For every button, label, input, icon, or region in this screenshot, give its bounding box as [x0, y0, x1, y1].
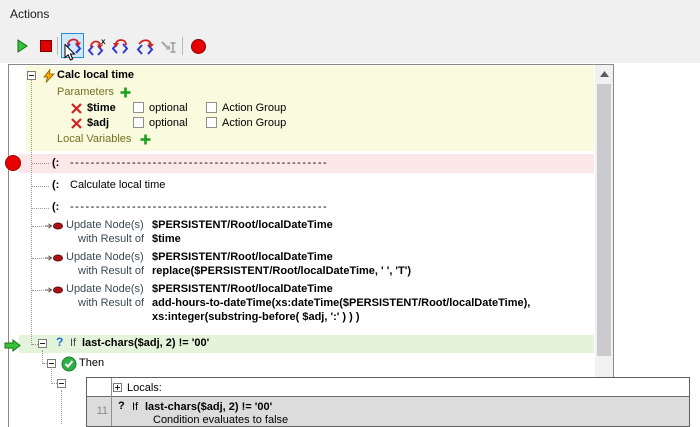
update-node-icon [44, 253, 64, 263]
execution-pointer-icon [4, 339, 21, 352]
add-local-variable-icon[interactable] [140, 134, 151, 145]
tree-line [61, 390, 62, 424]
action-group-label: Action Group [222, 102, 286, 115]
optional-checkbox[interactable] [133, 102, 144, 113]
step-out-button[interactable] [110, 35, 132, 57]
locals-header-row [87, 378, 689, 397]
run-to-cursor-button [157, 35, 179, 57]
parameters-label: Parameters [57, 86, 114, 99]
tree-line [51, 369, 52, 384]
step-over-icon: x [87, 36, 107, 57]
update-node-icon [44, 285, 64, 295]
with-result-label: with Result of [78, 233, 144, 246]
with-result-label: with Result of [78, 297, 144, 310]
scroll-up-arrow-icon [600, 71, 609, 77]
debugger-locals-tooltip: Locals: 11 ? If last-chars($adj, 2) != '… [86, 377, 690, 427]
tree-line [32, 186, 49, 187]
update-value-continued[interactable]: xs:integer(substring-before( $adj, ':' )… [152, 311, 360, 324]
update-value[interactable]: $time [152, 233, 181, 246]
comment-text: ----------------------------------------… [70, 201, 328, 214]
optional-checkbox[interactable] [133, 117, 144, 128]
action-name[interactable]: Update Node(s) [66, 283, 144, 296]
then-check-icon [61, 356, 77, 372]
tree-line [32, 208, 49, 209]
run-to-cursor-icon [158, 36, 178, 57]
if-condition-icon: ? [118, 400, 125, 413]
action-group-icon [43, 69, 55, 83]
comment-text: ----------------------------------------… [70, 157, 328, 170]
line-number-column-divider [111, 378, 112, 426]
comment-text: Calculate local time [70, 179, 165, 192]
actions-panel-window: Actions x [0, 0, 700, 427]
mouse-cursor-icon [64, 44, 76, 62]
step-out-icon [111, 36, 131, 57]
step-current-button[interactable] [134, 35, 156, 57]
action-group-label: Action Group [222, 117, 286, 130]
step-current-icon [135, 36, 155, 57]
then-label: Then [79, 357, 104, 370]
collapse-then-expander[interactable] [47, 359, 56, 368]
play-icon [14, 38, 30, 54]
update-target[interactable]: $PERSISTENT/Root/localDateTime [152, 219, 333, 232]
update-target[interactable]: $PERSISTENT/Root/localDateTime [152, 251, 333, 264]
update-value[interactable]: replace($PERSISTENT/Root/localDateTime, … [152, 265, 411, 278]
with-result-label: with Result of [78, 265, 144, 278]
tree-line [32, 290, 44, 291]
tree-line [32, 226, 44, 227]
update-value[interactable]: add-hours-to-dateTime(xs:dateTime($PERSI… [152, 297, 530, 310]
action-name[interactable]: Update Node(s) [66, 219, 144, 232]
delete-parameter-icon[interactable] [71, 118, 82, 129]
expand-locals-expander[interactable] [113, 383, 122, 392]
tree-line [32, 163, 49, 164]
locals-label: Locals: [127, 382, 162, 395]
action-group-checkbox[interactable] [206, 102, 217, 113]
tree-line [31, 80, 32, 345]
stop-icon [39, 39, 53, 53]
add-parameter-icon[interactable] [120, 87, 131, 98]
if-expression[interactable]: last-chars($adj, 2) != '00' [82, 337, 209, 350]
svg-text:x: x [101, 37, 106, 46]
collapse-child-expander[interactable] [57, 379, 66, 388]
toolbar-separator [57, 37, 58, 55]
start-debug-button[interactable] [11, 35, 33, 57]
breakpoint-marker[interactable] [5, 155, 21, 171]
stop-debug-button[interactable] [35, 35, 57, 57]
collapse-group-expander[interactable] [27, 71, 36, 80]
line-number: 11 [92, 405, 108, 418]
update-node-icon [44, 221, 64, 231]
collapse-if-expander[interactable] [38, 339, 47, 348]
tree-line [42, 350, 43, 364]
step-over-button[interactable]: x [86, 35, 108, 57]
comment-marker: (: [52, 201, 59, 214]
tree-line [32, 258, 44, 259]
optional-label: optional [149, 102, 188, 115]
parameter-name: $time [87, 102, 116, 115]
action-group-title: Calc local time [57, 69, 134, 82]
parameter-name: $adj [87, 117, 109, 130]
condition-result-text: Condition evaluates to false [153, 414, 288, 427]
toolbar-separator [182, 37, 183, 55]
update-target[interactable]: $PERSISTENT/Root/localDateTime [152, 283, 333, 296]
panel-title: Actions [10, 7, 49, 21]
scrollbar-up-button[interactable] [595, 66, 613, 82]
action-name[interactable]: Update Node(s) [66, 251, 144, 264]
local-variables-label: Local Variables [57, 133, 131, 146]
breakpoint-icon [190, 38, 207, 55]
if-keyword[interactable]: If [70, 337, 76, 350]
comment-marker: (: [52, 179, 59, 192]
delete-parameter-icon[interactable] [71, 103, 82, 114]
action-group-checkbox[interactable] [206, 117, 217, 128]
toggle-breakpoint-button[interactable] [187, 35, 209, 57]
scrollbar-thumb[interactable] [597, 84, 611, 356]
popup-if-keyword: If [132, 401, 138, 414]
comment-marker: (: [52, 157, 59, 170]
if-condition-icon: ? [56, 336, 63, 348]
optional-label: optional [149, 117, 188, 130]
popup-if-expression: last-chars($adj, 2) != '00' [145, 401, 272, 414]
